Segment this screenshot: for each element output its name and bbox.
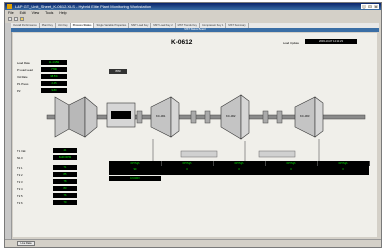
- turbine-speed: 3560: [109, 69, 127, 74]
- param-value: 85: [53, 172, 77, 177]
- grid-header: KP High: [317, 161, 370, 166]
- compressor-3-label: KC-303: [300, 114, 310, 118]
- board-title: MST Status Board: [11, 28, 379, 32]
- platform: [180, 150, 218, 158]
- left-panel: [5, 23, 12, 245]
- process-diagram: K-0612 Load Update 2003-10-07 14:11:23 L…: [13, 33, 377, 237]
- param-label: T2 3: [17, 180, 23, 184]
- menu-file[interactable]: File: [8, 11, 14, 15]
- param-label: T2 4: [17, 187, 23, 191]
- turbine-stage-1: [68, 96, 86, 138]
- param-value: 79: [53, 200, 77, 205]
- close-button[interactable]: x: [373, 4, 379, 9]
- param-label: T2 5: [17, 194, 23, 198]
- grid-extra-value: 0.9 DRV: [109, 176, 161, 181]
- application-window: L&P GT_Unit_Sheet_K-0612.XLS - Hybrid El…: [4, 2, 382, 248]
- turbine-stage-2: [84, 96, 98, 138]
- grid-value: 90: [133, 168, 137, 171]
- param-value: 83: [53, 186, 77, 191]
- param-label: T1 Intk: [17, 149, 26, 153]
- back-icon[interactable]: [8, 17, 12, 21]
- grid-header: KP High: [161, 161, 214, 166]
- param-label: T2 1: [17, 166, 23, 170]
- grid-value: 0: [342, 168, 344, 171]
- forward-icon[interactable]: [14, 17, 18, 21]
- param-value: 71: [53, 165, 77, 170]
- param-label: T2 2: [17, 173, 23, 177]
- compressor-1-label: KC-301: [156, 114, 166, 118]
- menu-help[interactable]: Help: [59, 11, 66, 15]
- menu-edit[interactable]: Edit: [20, 11, 26, 15]
- menu-tools[interactable]: Tools: [45, 11, 53, 15]
- folder-icon[interactable]: [20, 17, 24, 21]
- param-label: T2 6: [17, 201, 23, 205]
- gearbox-window: [111, 111, 131, 119]
- grid-header: KP High: [213, 161, 266, 166]
- grid-value: 0: [186, 168, 188, 171]
- platform: [258, 150, 296, 158]
- toolbar: [5, 16, 381, 22]
- param-label: N1 F: [17, 156, 24, 160]
- status-grid: KP High KP High KP High KP High KP High …: [109, 161, 370, 175]
- window-title: L&P GT_Unit_Sheet_K-0612.XLS - Hybrid El…: [15, 4, 152, 9]
- live-data-button[interactable]: Live Data: [17, 241, 35, 246]
- grid-header: KP High: [109, 161, 162, 166]
- app-icon: [7, 4, 12, 9]
- coupling: [136, 110, 143, 124]
- grid-value: 0: [238, 168, 240, 171]
- grid-value: 0: [290, 168, 292, 171]
- turbine-inlet: [54, 96, 70, 138]
- param-value: 76: [53, 193, 77, 198]
- param-value: 6100 RPM: [53, 155, 77, 160]
- compressor-2-label: KC-302: [226, 114, 236, 118]
- status-bar: Live Data: [5, 239, 381, 247]
- menu-view[interactable]: View: [32, 11, 40, 15]
- param-value: 78: [53, 179, 77, 184]
- grid-header: KP High: [265, 161, 318, 166]
- title-bar[interactable]: L&P GT_Unit_Sheet_K-0612.XLS - Hybrid El…: [5, 3, 381, 10]
- param-value: 41: [53, 148, 77, 153]
